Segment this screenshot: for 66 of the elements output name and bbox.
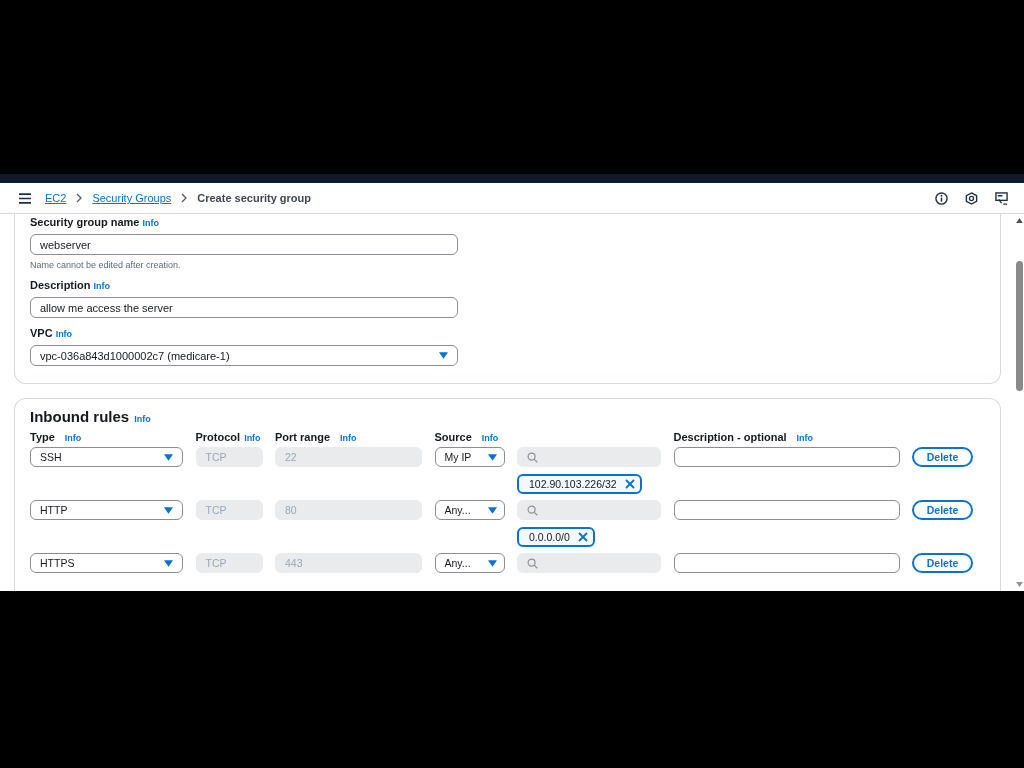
field-label: Security group name	[30, 216, 140, 228]
field-label: Description	[30, 279, 91, 291]
section-title: Inbound rules	[30, 408, 130, 425]
hexagon-icon[interactable]	[965, 191, 978, 205]
column-header: Protocol	[195, 431, 241, 443]
delete-button[interactable]: Delete	[912, 553, 973, 573]
info-link[interactable]: Info	[244, 433, 261, 443]
caret-icon	[487, 453, 497, 461]
info-icon[interactable]	[935, 191, 948, 205]
info-link[interactable]: Info	[55, 329, 73, 339]
delete-button[interactable]: Delete	[912, 500, 973, 520]
search-icon	[527, 451, 538, 463]
input-field[interactable]: allow me access the server	[30, 297, 458, 318]
vpc-select[interactable]: vpc-036a843d1000002c7 (medicare-1)	[30, 345, 458, 366]
source-select[interactable]: Any...	[434, 553, 505, 573]
chevron-right-icon	[76, 193, 83, 203]
field-label: VPC	[30, 327, 53, 339]
scroll-down-icon[interactable]	[1015, 582, 1023, 587]
info-link[interactable]: Info	[796, 433, 814, 443]
search-icon	[527, 504, 538, 516]
type-select[interactable]: HTTP	[30, 500, 183, 520]
type-select[interactable]: SSH	[30, 447, 183, 467]
info-link[interactable]: Info	[93, 281, 110, 291]
chevron-right-icon	[181, 193, 188, 203]
port-range-field: 443	[275, 553, 422, 573]
delete-button[interactable]: Delete	[912, 447, 973, 467]
protocol-field: TCP	[195, 500, 263, 520]
scroll-up-icon[interactable]	[1015, 218, 1023, 223]
port-range-field: 80	[275, 500, 422, 520]
token-text: 0.0.0.0/0	[529, 531, 570, 543]
search-icon	[527, 557, 538, 569]
caret-icon	[487, 506, 497, 514]
field-hint: Name cannot be edited after creation.	[30, 260, 182, 270]
monitor-icon[interactable]	[995, 191, 1008, 205]
port-range-field: 22	[275, 447, 422, 467]
info-link[interactable]: Info	[142, 218, 159, 228]
info-link[interactable]: Info	[134, 414, 151, 424]
scrollbar-thumb[interactable]	[1015, 261, 1023, 391]
protocol-field: TCP	[195, 447, 263, 467]
info-link[interactable]: Info	[64, 433, 82, 443]
column-header: Description - optional	[673, 431, 787, 443]
info-link[interactable]: Info	[340, 433, 357, 443]
column-header: Port range	[275, 431, 330, 443]
menu-icon[interactable]	[19, 192, 31, 204]
source-select[interactable]: My IP	[434, 447, 505, 467]
breadcrumb-current: Create security group	[197, 192, 311, 204]
source-select[interactable]: Any...	[434, 500, 505, 520]
caret-icon	[164, 506, 173, 514]
breadcrumb-link[interactable]: EC2	[45, 192, 67, 204]
column-header: Source	[434, 431, 472, 443]
type-select[interactable]: HTTPS	[30, 553, 183, 573]
column-header: Type	[30, 431, 55, 443]
input-field[interactable]: webserver	[30, 234, 458, 255]
caret-icon	[487, 559, 497, 567]
input-field[interactable]	[673, 553, 900, 573]
protocol-field: TCP	[195, 553, 263, 573]
caret-icon	[164, 559, 173, 567]
close-icon[interactable]	[577, 532, 588, 542]
info-link[interactable]: Info	[481, 433, 499, 443]
caret-icon	[164, 453, 173, 461]
input-field[interactable]	[673, 447, 900, 467]
close-icon[interactable]	[624, 479, 635, 489]
caret-icon	[439, 352, 448, 359]
breadcrumb-link[interactable]: Security Groups	[92, 192, 172, 204]
token-text: 102.90.103.226/32	[529, 478, 617, 490]
input-field[interactable]	[673, 500, 900, 520]
